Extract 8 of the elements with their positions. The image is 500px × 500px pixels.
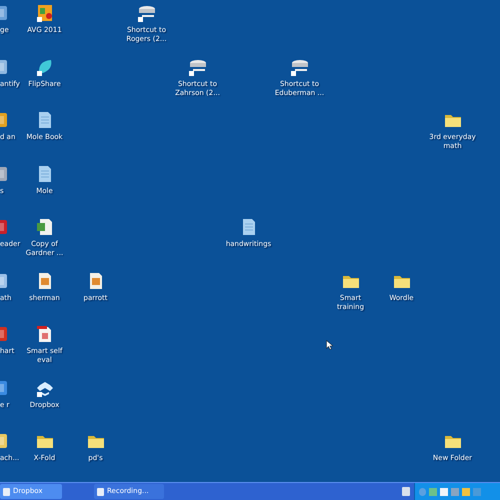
app-icon [0, 3, 10, 23]
spreadsheet-icon [34, 217, 54, 238]
network-drive-icon [136, 3, 156, 23]
app-icon [3, 488, 10, 496]
app-icon[interactable] [402, 487, 410, 496]
cursor-icon [326, 340, 333, 350]
app-icon [97, 488, 104, 496]
app-icon [34, 3, 54, 23]
